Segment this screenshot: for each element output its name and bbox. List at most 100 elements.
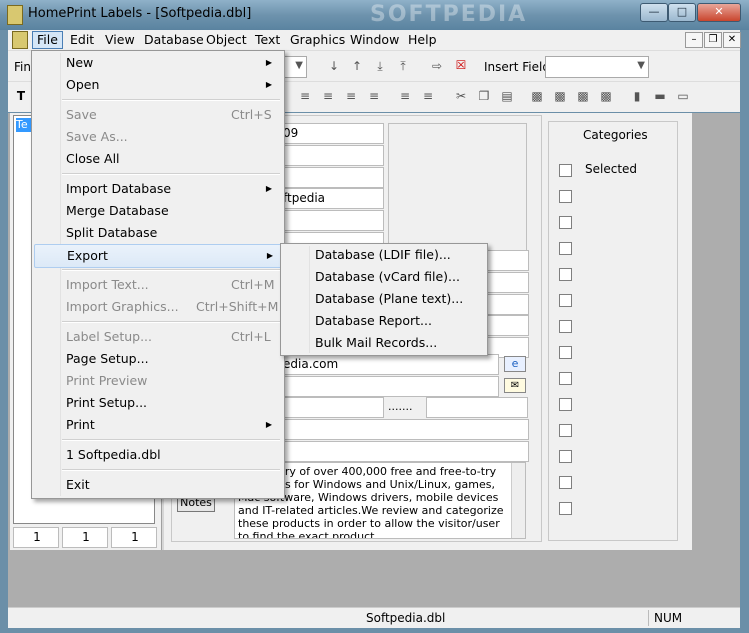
minimize-button[interactable]: — xyxy=(640,3,668,22)
app-icon[interactable] xyxy=(7,5,23,25)
browser-icon[interactable]: e xyxy=(504,356,526,372)
spacing-icon[interactable]: ≡ xyxy=(398,90,412,102)
menu-item-export[interactable]: Export ▶ xyxy=(34,244,284,268)
notes-scrollbar[interactable] xyxy=(511,463,525,538)
mdi-restore-button[interactable]: ❐ xyxy=(704,32,722,48)
category-checkbox[interactable] xyxy=(559,476,572,489)
menu-item-close-all[interactable]: Close All xyxy=(34,148,282,170)
menu-window[interactable]: Window xyxy=(346,32,403,48)
shape-icon[interactable]: ▭ xyxy=(676,90,690,102)
move-up-icon[interactable]: ↑ xyxy=(350,60,364,72)
menu-item-import-graphics[interactable]: Import Graphics... Ctrl+Shift+M xyxy=(34,296,282,318)
category-checkbox[interactable] xyxy=(559,190,572,203)
mail-icon[interactable]: ✉ xyxy=(504,378,526,393)
align-center-icon[interactable]: ≡ xyxy=(321,90,335,102)
menu-bar: File Edit View Database Object Text Grap… xyxy=(8,30,741,51)
submenu-item-bulk-mail[interactable]: Bulk Mail Records... xyxy=(283,332,485,354)
menu-item-print-setup[interactable]: Print Setup... xyxy=(34,392,282,414)
rounded-rect-icon[interactable]: ▬ xyxy=(653,90,667,102)
menu-item-save[interactable]: Save Ctrl+S xyxy=(34,104,282,126)
group-icon[interactable]: ▩ xyxy=(530,90,544,102)
move-down-icon[interactable]: ↓ xyxy=(327,60,341,72)
menu-edit[interactable]: Edit xyxy=(66,32,98,48)
form-field[interactable] xyxy=(426,397,528,418)
maximize-button[interactable]: □ xyxy=(668,3,696,22)
menu-item-exit[interactable]: Exit xyxy=(34,474,282,496)
menu-item-import-database[interactable]: Import Database ▶ xyxy=(34,178,282,200)
mdi-close-button[interactable]: ✕ xyxy=(723,32,741,48)
submenu-item-ldif[interactable]: Database (LDIF file)... xyxy=(283,244,485,266)
form-field[interactable]: 09 xyxy=(280,123,384,144)
category-checkbox[interactable] xyxy=(559,164,572,177)
menu-file[interactable]: File xyxy=(32,31,63,49)
paste-icon[interactable]: ▤ xyxy=(500,90,514,102)
menu-item-import-text[interactable]: Import Text... Ctrl+M xyxy=(34,274,282,296)
submenu-item-report[interactable]: Database Report... xyxy=(283,310,485,332)
menu-view[interactable]: View xyxy=(101,32,139,48)
category-checkbox[interactable] xyxy=(559,346,572,359)
category-checkbox[interactable] xyxy=(559,424,572,437)
justify-icon[interactable]: ≡ xyxy=(367,90,381,102)
photo-box[interactable] xyxy=(388,123,527,255)
menu-item-print-preview[interactable]: Print Preview xyxy=(34,370,282,392)
file-menu-dropdown: New ▶ Open ▶ Save Ctrl+S Save As... Close A… xyxy=(31,50,285,499)
menu-item-split-database[interactable]: Split Database xyxy=(34,222,282,244)
category-checkbox[interactable] xyxy=(559,294,572,307)
menu-item-print[interactable]: Print ▶ xyxy=(34,414,282,436)
menu-item-label-setup[interactable]: Label Setup... Ctrl+L xyxy=(34,326,282,348)
record-counter: 1 xyxy=(111,527,157,548)
delete-record-icon[interactable]: ☒ xyxy=(454,59,468,71)
menu-separator xyxy=(62,99,280,101)
barcode-icon[interactable]: ▮ xyxy=(630,90,644,102)
category-checkbox[interactable] xyxy=(559,320,572,333)
menu-database[interactable]: Database xyxy=(140,32,208,48)
insert-field-combo[interactable]: ▼ xyxy=(545,56,649,78)
align-left-icon[interactable]: ≡ xyxy=(298,90,312,102)
menu-item-page-setup[interactable]: Page Setup... xyxy=(34,348,282,370)
category-checkbox[interactable] xyxy=(559,372,572,385)
menu-item-recent-file[interactable]: 1 Softpedia.dbl xyxy=(34,444,282,466)
doc-icon[interactable] xyxy=(12,31,28,49)
category-checkbox[interactable] xyxy=(559,216,572,229)
align-right-icon[interactable]: ≡ xyxy=(344,90,358,102)
form-field[interactable] xyxy=(280,397,384,418)
menu-text[interactable]: Text xyxy=(251,32,284,48)
insert-record-icon[interactable]: ⇨ xyxy=(430,60,444,72)
move-bottom-icon[interactable]: ⤓ xyxy=(373,60,387,72)
category-checkbox[interactable] xyxy=(559,268,572,281)
ungroup-icon[interactable]: ▩ xyxy=(553,90,567,102)
mdi-minimize-button[interactable]: – xyxy=(685,32,703,48)
menu-item-merge-database[interactable]: Merge Database xyxy=(34,200,282,222)
submenu-item-plain-text[interactable]: Database (Plane text)... xyxy=(283,288,485,310)
chevron-down-icon: ▼ xyxy=(295,60,303,71)
submenu-item-vcard[interactable]: Database (vCard file)... xyxy=(283,266,485,288)
move-top-icon[interactable]: ⤒ xyxy=(396,60,410,72)
menu-item-new[interactable]: New ▶ xyxy=(34,52,282,74)
email-field[interactable] xyxy=(280,376,499,397)
close-button[interactable]: ✕ xyxy=(697,3,741,22)
form-field[interactable]: ftpedia xyxy=(280,188,384,209)
bring-front-icon[interactable]: ▩ xyxy=(576,90,590,102)
category-checkbox[interactable] xyxy=(559,398,572,411)
text-tool-icon[interactable]: T xyxy=(14,90,28,102)
form-field[interactable] xyxy=(280,210,384,231)
spacing-icon[interactable]: ≡ xyxy=(421,90,435,102)
cut-icon[interactable]: ✂ xyxy=(454,90,468,102)
category-checkbox[interactable] xyxy=(559,450,572,463)
send-back-icon[interactable]: ▩ xyxy=(599,90,613,102)
form-field[interactable] xyxy=(280,419,529,440)
category-checkbox[interactable] xyxy=(559,242,572,255)
menu-help[interactable]: Help xyxy=(404,32,441,48)
menu-graphics[interactable]: Graphics xyxy=(286,32,349,48)
menu-separator xyxy=(62,269,280,271)
form-field[interactable] xyxy=(280,167,384,188)
form-field[interactable] xyxy=(280,441,529,462)
record-counter: 1 xyxy=(62,527,108,548)
website-field[interactable]: edia.com xyxy=(280,354,499,375)
form-field[interactable] xyxy=(280,145,384,166)
category-checkbox[interactable] xyxy=(559,502,572,515)
menu-object[interactable]: Object xyxy=(202,32,251,48)
menu-item-open[interactable]: Open ▶ xyxy=(34,74,282,96)
copy-icon[interactable]: ❐ xyxy=(477,90,491,102)
menu-item-save-as[interactable]: Save As... xyxy=(34,126,282,148)
